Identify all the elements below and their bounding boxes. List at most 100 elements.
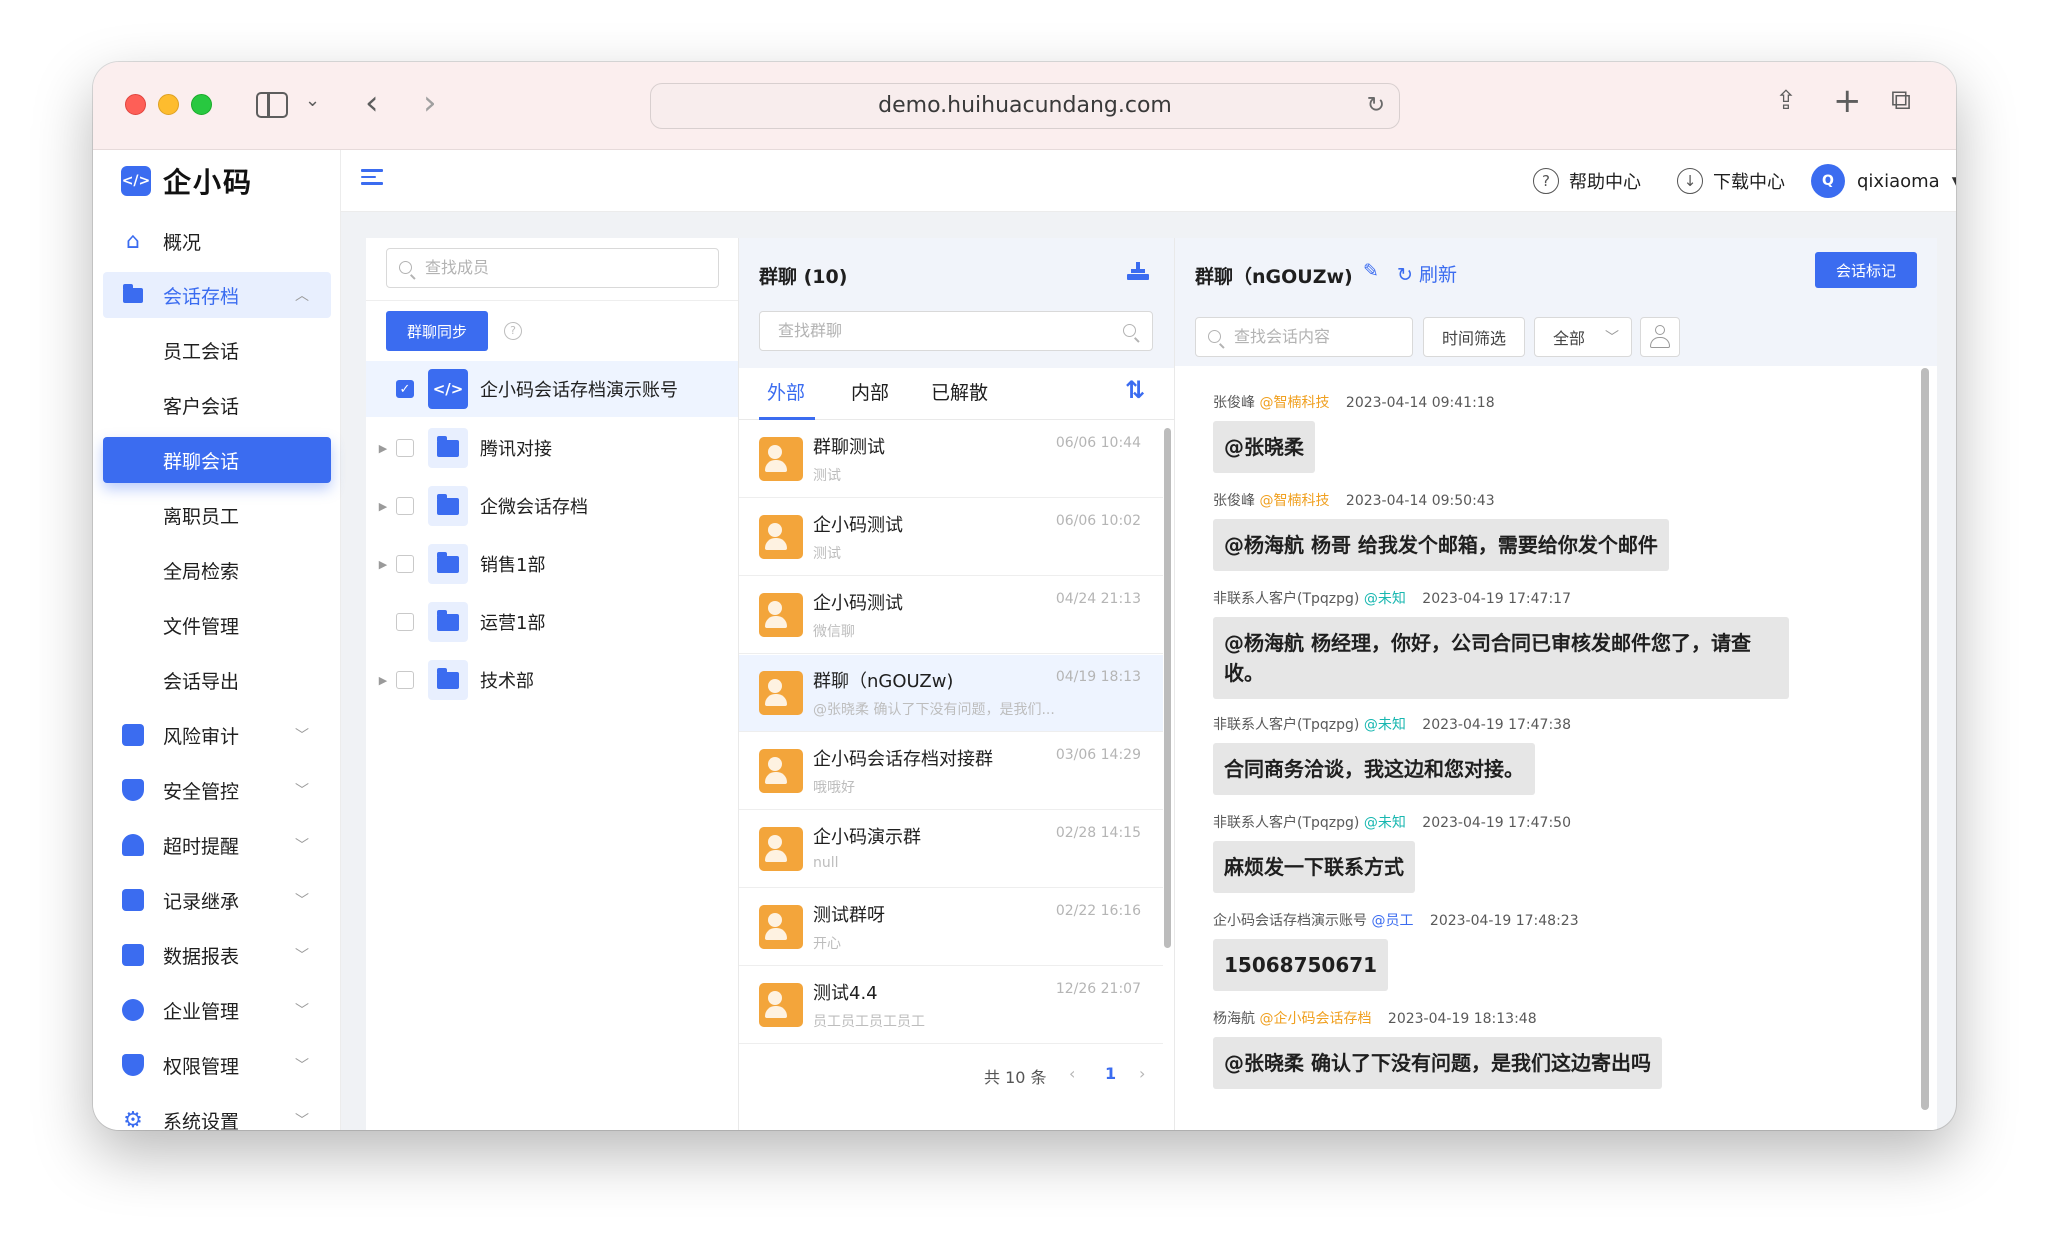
- help-icon[interactable]: ?: [504, 322, 522, 340]
- org-checkbox[interactable]: [396, 613, 414, 631]
- caret-right-icon[interactable]: ▶: [376, 442, 390, 455]
- session-mark-button[interactable]: 会话标记: [1815, 252, 1917, 288]
- user-icon: [1649, 325, 1671, 349]
- username: qixiaoma: [1857, 170, 1940, 192]
- sidebar-item-export[interactable]: 会话导出: [103, 657, 331, 703]
- group-name: 测试群呀: [813, 905, 885, 926]
- org-checkbox[interactable]: [396, 671, 414, 689]
- sidebar-toggle-icon[interactable]: [256, 92, 288, 118]
- tab-external[interactable]: 外部: [767, 378, 805, 405]
- scope-select[interactable]: 全部 ﹀: [1534, 317, 1632, 357]
- group-time: 04/19 18:13: [1055, 669, 1141, 685]
- sort-filter-icon[interactable]: [1127, 262, 1149, 280]
- member-search-input[interactable]: 查找成员: [386, 248, 719, 288]
- minimize-window-button[interactable]: [158, 94, 179, 115]
- share-icon[interactable]: ⇪: [1775, 88, 1797, 114]
- url-text: demo.huihuacundang.com: [878, 93, 1172, 118]
- sidebar-item-resigned[interactable]: 离职员工: [103, 492, 331, 538]
- help-center-link[interactable]: ? 帮助中心: [1533, 168, 1641, 194]
- message-sender-tag: @未知: [1363, 591, 1406, 607]
- tab-dissolved[interactable]: 已解散: [931, 378, 988, 405]
- chevron-down-icon[interactable]: ⌄: [305, 92, 320, 110]
- chat-search-input[interactable]: 查找会话内容: [1195, 317, 1413, 357]
- member-filter-button[interactable]: [1640, 317, 1680, 357]
- tab-internal[interactable]: 内部: [851, 378, 889, 405]
- org-checkbox[interactable]: [396, 497, 414, 515]
- caret-right-icon[interactable]: ▶: [376, 674, 390, 687]
- page-number[interactable]: 1: [1105, 1064, 1116, 1083]
- sidebar-item-security[interactable]: 安全管控 ﹀: [103, 767, 331, 813]
- sidebar-item-settings[interactable]: ⚙ 系统设置 ﹀: [103, 1097, 331, 1131]
- group-list-scrollbar[interactable]: [1164, 428, 1171, 948]
- group-sync-button[interactable]: 群聊同步: [386, 311, 488, 351]
- org-checkbox[interactable]: [396, 555, 414, 573]
- forward-arrow-icon[interactable]: ›: [423, 86, 437, 120]
- group-row-selected[interactable]: 群聊（nGOUZw) @张晓柔 确认了下没有问题，是我们... 04/19 18…: [739, 655, 1163, 732]
- close-window-button[interactable]: [125, 94, 146, 115]
- sidebar-item-group-chat[interactable]: 群聊会话: [103, 437, 331, 483]
- message-sender-tag: @员工: [1371, 913, 1414, 929]
- chat-title: 群聊（nGOUZw): [1195, 266, 1353, 288]
- sidebar-item-permissions[interactable]: 权限管理 ﹀: [103, 1042, 331, 1088]
- user-menu[interactable]: Q qixiaoma ▼: [1811, 164, 1956, 198]
- org-node-root[interactable]: ✓ </> 企小码会话存档演示账号: [366, 361, 738, 417]
- download-center-link[interactable]: ↓ 下载中心: [1677, 168, 1785, 194]
- prev-page-icon[interactable]: ‹: [1069, 1064, 1075, 1083]
- sidebar-item-label: 员工会话: [163, 340, 240, 363]
- sidebar-item-files[interactable]: 文件管理: [103, 602, 331, 648]
- time-filter-button[interactable]: 时间筛选: [1423, 317, 1525, 357]
- edit-icon[interactable]: ✎: [1363, 260, 1379, 282]
- sort-order-icon[interactable]: ⇅: [1125, 376, 1145, 404]
- sidebar-item-risk-audit[interactable]: 风险审计 ﹀: [103, 712, 331, 758]
- message-bubble: @杨海航 杨哥 给我发个邮箱，需要给你发个邮件: [1213, 519, 1669, 571]
- group-row[interactable]: 测试4.4 员工员工员工员工 12/26 21:07: [739, 967, 1163, 1044]
- group-row[interactable]: 企小码会话存档对接群 哦哦好 03/06 14:29: [739, 733, 1163, 810]
- sidebar-item-reports[interactable]: 数据报表 ﹀: [103, 932, 331, 978]
- group-search-input[interactable]: 查找群聊: [759, 311, 1153, 351]
- org-checkbox[interactable]: ✓: [396, 380, 414, 398]
- sidebar-item-archive[interactable]: 会话存档 ︿: [103, 272, 331, 318]
- back-arrow-icon[interactable]: ‹: [365, 86, 379, 120]
- group-row[interactable]: 企小码测试 测试 06/06 10:02: [739, 499, 1163, 576]
- message-sender-tag: @智楠科技: [1259, 493, 1330, 509]
- org-node[interactable]: ▶ 销售1部: [366, 536, 738, 592]
- sidebar-item-inherit[interactable]: 记录继承 ﹀: [103, 877, 331, 923]
- org-node[interactable]: ▶ 技术部: [366, 652, 738, 708]
- caret-right-icon[interactable]: ▶: [376, 558, 390, 571]
- group-name: 群聊（nGOUZw): [813, 671, 954, 692]
- sidebar-item-timeout[interactable]: 超时提醒 ﹀: [103, 822, 331, 868]
- sidebar-item-employee-chat[interactable]: 员工会话: [103, 327, 331, 373]
- menu-collapse-icon[interactable]: [361, 169, 383, 187]
- group-row[interactable]: 企小码演示群 null 02/28 14:15: [739, 811, 1163, 888]
- sidebar-item-label: 会话导出: [163, 670, 240, 693]
- sidebar-item-global-search[interactable]: 全局检索: [103, 547, 331, 593]
- group-row[interactable]: 群聊测试 测试 06/06 10:44: [739, 421, 1163, 498]
- sidebar-item-enterprise[interactable]: 企业管理 ﹀: [103, 987, 331, 1033]
- refresh-icon: ↻: [1397, 264, 1413, 286]
- org-node[interactable]: ▶ 腾讯对接: [366, 420, 738, 476]
- group-row[interactable]: 企小码测试 微信聊 04/24 21:13: [739, 577, 1163, 654]
- new-tab-icon[interactable]: +: [1833, 84, 1862, 118]
- org-checkbox[interactable]: [396, 439, 414, 457]
- chat-scrollbar[interactable]: [1921, 368, 1929, 1110]
- org-node[interactable]: ▶ 企微会话存档: [366, 478, 738, 534]
- avatar: Q: [1811, 164, 1845, 198]
- app-logo[interactable]: </> 企小码: [121, 166, 253, 199]
- message-sender: 非联系人客户(Tpqzpg): [1213, 591, 1360, 607]
- url-bar[interactable]: demo.huihuacundang.com ↻: [650, 83, 1400, 129]
- zoom-window-button[interactable]: [191, 94, 212, 115]
- org-node[interactable]: 运营1部: [366, 594, 738, 650]
- reload-icon[interactable]: ↻: [1367, 84, 1385, 128]
- next-page-icon[interactable]: ›: [1139, 1064, 1145, 1083]
- search-icon: [399, 261, 412, 274]
- sidebar-item-overview[interactable]: ⌂ 概况: [103, 218, 331, 264]
- tab-overview-icon[interactable]: ⧉: [1891, 86, 1911, 114]
- message-sender-tag: @智楠科技: [1259, 395, 1330, 411]
- chat-search-placeholder: 查找会话内容: [1234, 327, 1331, 346]
- message-sender: 张俊峰: [1213, 493, 1255, 509]
- caret-right-icon[interactable]: ▶: [376, 500, 390, 513]
- sidebar-item-customer-chat[interactable]: 客户会话: [103, 382, 331, 428]
- message-meta: 张俊峰 @智楠科技 2023-04-14 09:50:43: [1213, 490, 1495, 510]
- refresh-button[interactable]: ↻ 刷新: [1397, 260, 1457, 287]
- group-row[interactable]: 测试群呀 开心 02/22 16:16: [739, 889, 1163, 966]
